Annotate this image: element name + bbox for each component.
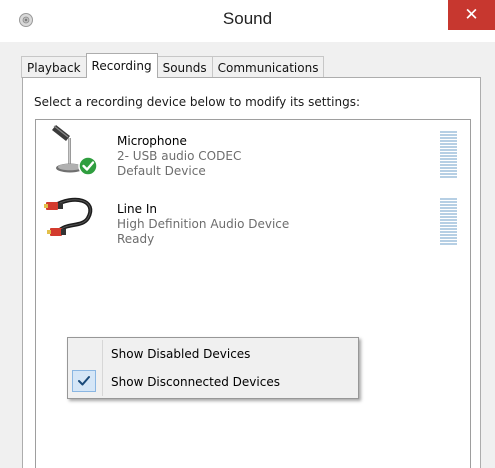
instructions-text: Select a recording device below to modif… xyxy=(34,95,361,109)
tab-sounds[interactable]: Sounds xyxy=(156,56,213,78)
device-driver: 2- USB audio CODEC xyxy=(117,149,242,163)
device-item-line-in[interactable]: Line In High Definition Audio Device Rea… xyxy=(36,188,470,250)
device-text: Line In High Definition Audio Device Rea… xyxy=(117,202,289,247)
device-status: Default Device xyxy=(117,164,206,178)
device-status: Ready xyxy=(117,232,155,246)
device-list[interactable]: Microphone 2- USB audio CODEC Default De… xyxy=(35,119,471,468)
sound-dialog: Sound ✕ Playback Recording Sounds Commun… xyxy=(0,0,495,468)
menu-item-label: Show Disabled Devices xyxy=(111,347,251,361)
tab-playback[interactable]: Playback xyxy=(21,56,87,78)
checkmark-icon xyxy=(78,376,90,386)
default-device-check-icon xyxy=(78,156,98,176)
device-item-microphone[interactable]: Microphone 2- USB audio CODEC Default De… xyxy=(36,120,470,182)
window-title: Sound xyxy=(222,9,273,28)
close-icon: ✕ xyxy=(464,4,479,25)
microphone-icon xyxy=(52,125,98,176)
tab-communications[interactable]: Communications xyxy=(211,56,325,78)
menu-item-label: Show Disconnected Devices xyxy=(111,375,280,389)
device-name: Line In xyxy=(117,202,157,216)
tab-strip: Playback Recording Sounds Communications xyxy=(21,53,325,78)
close-button[interactable]: ✕ xyxy=(448,0,495,30)
device-name: Microphone xyxy=(117,134,187,148)
level-meter xyxy=(440,198,457,245)
tab-recording[interactable]: Recording xyxy=(85,53,158,78)
device-driver: High Definition Audio Device xyxy=(117,217,290,231)
rca-cable-icon xyxy=(44,197,93,236)
level-meter xyxy=(440,131,457,178)
checked-indicator xyxy=(72,370,96,392)
context-menu: Show Disabled Devices Show Disconnected … xyxy=(67,337,359,399)
menu-item-show-disconnected-devices[interactable]: Show Disconnected Devices xyxy=(68,368,358,395)
menu-item-show-disabled-devices[interactable]: Show Disabled Devices xyxy=(68,340,358,367)
device-text: Microphone 2- USB audio CODEC Default De… xyxy=(117,134,241,179)
title-bar[interactable]: Sound ✕ xyxy=(0,0,495,42)
